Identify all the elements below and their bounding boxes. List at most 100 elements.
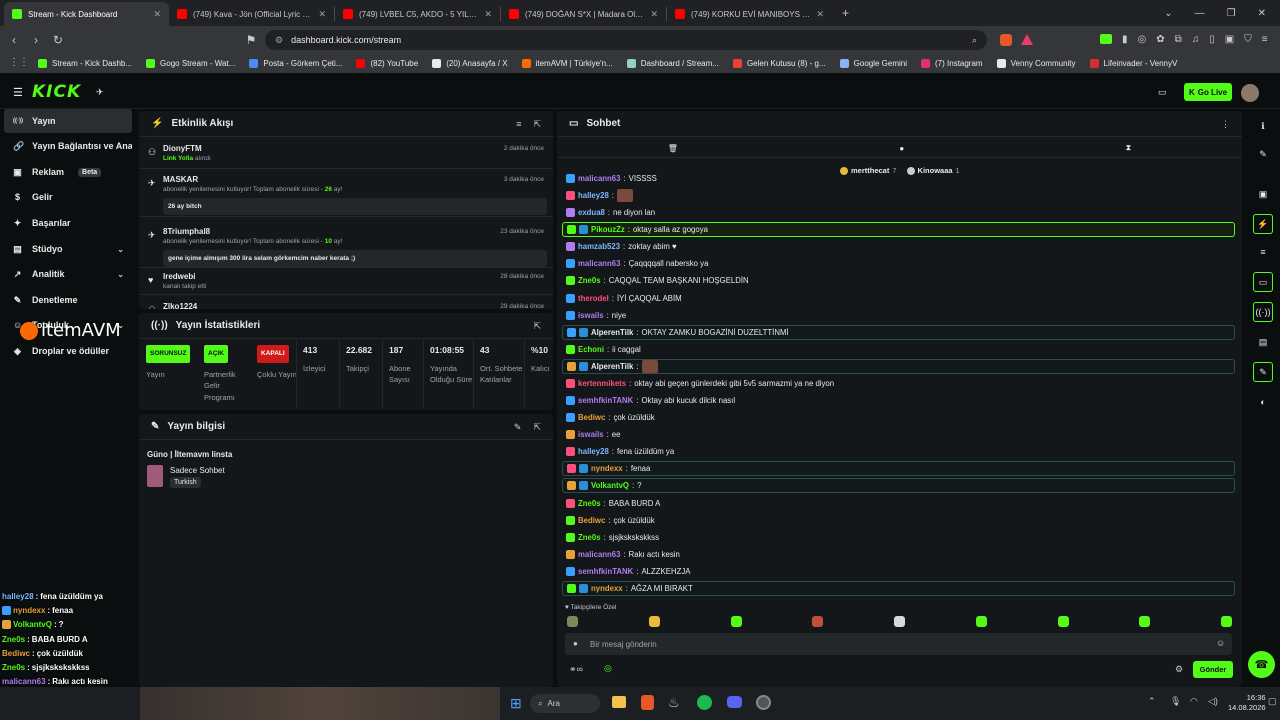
chat-tab-icon[interactable]: ● bbox=[899, 144, 904, 153]
extensions-icon[interactable]: ⧉ bbox=[1175, 34, 1182, 45]
bookmark-item[interactable]: (20) Anasayfa / X bbox=[432, 58, 508, 68]
forward-icon[interactable]: › bbox=[25, 33, 47, 47]
file-explorer-icon[interactable] bbox=[612, 696, 626, 708]
sidebar-item-stream[interactable]: ((·)) Yayın bbox=[4, 109, 132, 133]
chat-username[interactable]: nyndexx bbox=[591, 464, 623, 473]
chat-message[interactable]: malicann63: VISSSS bbox=[562, 171, 1235, 183]
extension-icon-3[interactable]: ◎ bbox=[1138, 34, 1147, 45]
windows-start-icon[interactable]: ⊞ bbox=[510, 695, 522, 712]
filter-icon[interactable]: ≡ bbox=[516, 119, 521, 130]
sidebar-item-trophy[interactable]: ✦ Başarılar bbox=[4, 211, 132, 235]
emote-icon[interactable] bbox=[1057, 616, 1069, 627]
wifi-icon[interactable]: ◠ bbox=[1190, 696, 1198, 707]
chat-message[interactable]: Echoni: ii caggal bbox=[562, 342, 1235, 357]
bookmark-item[interactable]: Gelen Kutusu (8) - g... bbox=[732, 58, 826, 68]
rail-list-icon[interactable]: ≡ bbox=[1253, 242, 1273, 262]
rail-video-icon[interactable]: ▣ bbox=[1253, 184, 1273, 204]
activity-event[interactable]: ⚇ Zlko1224 29 dakika önce bbox=[139, 296, 553, 309]
theater-mode-icon[interactable]: ▭ bbox=[1158, 87, 1167, 98]
chat-message[interactable]: AlperenTilk: OKTAY ZAMKU BOGAZİNİ DUZELTT… bbox=[562, 325, 1235, 340]
media-icon[interactable]: ♫ bbox=[1192, 34, 1200, 45]
chat-message[interactable]: iswails: ee bbox=[562, 427, 1235, 442]
chat-username[interactable]: kertenmikets bbox=[578, 379, 626, 388]
tray-chevron-icon[interactable]: ⌃ bbox=[1148, 696, 1156, 707]
chat-username[interactable]: iswails bbox=[578, 430, 604, 439]
activity-event[interactable]: ♥ lredwebi 28 dakika önce kanalı takip etti bbox=[139, 266, 553, 295]
chat-username[interactable]: iswails bbox=[578, 311, 604, 320]
chat-username[interactable]: malicann63 bbox=[578, 550, 620, 559]
chat-username[interactable]: therodel bbox=[578, 294, 609, 303]
tab-search-icon[interactable]: ⌄ bbox=[1164, 8, 1172, 19]
bookmark-page-icon[interactable]: ⚑ bbox=[240, 33, 262, 47]
send-button[interactable]: Gönder bbox=[1193, 661, 1233, 678]
emote-icon[interactable] bbox=[1139, 616, 1151, 627]
chat-message[interactable]: nyndexx: fenaa bbox=[562, 461, 1235, 476]
browser-tab[interactable]: Stream - Kick Dashboard ✕ bbox=[4, 2, 169, 26]
brave-rewards-icon[interactable] bbox=[1021, 34, 1033, 45]
restore-icon[interactable]: ❐ bbox=[1227, 8, 1236, 19]
bookmark-item[interactable]: Google Gemini bbox=[839, 58, 907, 68]
chat-username[interactable]: Bediwc bbox=[578, 516, 605, 525]
mic-icon[interactable]: 🎙 bbox=[1170, 696, 1181, 707]
chat-message[interactable]: malicann63: Çaqqqqall nabersko ya bbox=[562, 256, 1235, 271]
chat-username[interactable]: hamzab523 bbox=[578, 242, 620, 251]
rail-wrench-icon[interactable]: ✎ bbox=[1253, 362, 1273, 382]
rail-bolt-icon[interactable]: ⚡ bbox=[1253, 214, 1273, 234]
bookmark-item[interactable]: (82) YouTube bbox=[356, 58, 418, 68]
sidebar-item-studio[interactable]: ▤ Stüdyo ⌄ bbox=[4, 237, 132, 261]
trash-icon[interactable]: 🗑 bbox=[668, 144, 678, 153]
points-icon[interactable]: ◎ bbox=[604, 663, 612, 674]
chat-username[interactable]: semhfkinTANK bbox=[578, 396, 633, 405]
emote-icon[interactable] bbox=[648, 616, 660, 627]
chat-message[interactable]: semhfkinTANK: Oktay abi kucuk dilcik nası… bbox=[562, 393, 1235, 408]
share-icon[interactable]: ⚭∞ bbox=[569, 664, 583, 675]
support-button[interactable]: ☎ bbox=[1248, 651, 1275, 678]
sidebar-item-gift[interactable]: ◈ Droplar ve ödüller bbox=[4, 339, 132, 363]
rail-extra-icon[interactable]: ◐ bbox=[1253, 392, 1273, 412]
tab-close-icon[interactable]: ✕ bbox=[484, 9, 492, 20]
new-tab-button[interactable]: + bbox=[832, 6, 859, 20]
rail-info-icon[interactable]: ℹ bbox=[1253, 116, 1273, 136]
chat-username[interactable]: VolkantvQ bbox=[591, 481, 629, 490]
avatar[interactable] bbox=[1241, 84, 1259, 102]
extension-icon-4[interactable]: ✿ bbox=[1156, 34, 1164, 45]
sidebar-item-chart[interactable]: ↗ Analitik ⌄ bbox=[4, 262, 132, 286]
rail-chat-icon[interactable]: ▭ bbox=[1253, 272, 1273, 292]
back-icon[interactable]: ‹ bbox=[3, 33, 25, 47]
chat-settings-input-icon[interactable]: ● bbox=[573, 639, 578, 648]
chat-username[interactable]: PikouzZz bbox=[591, 225, 625, 234]
vpn-icon[interactable]: ⛉ bbox=[1244, 34, 1252, 45]
chat-message[interactable]: therodel: İYİ ÇAQQAL ABİM bbox=[562, 291, 1235, 306]
brave-taskbar-icon[interactable] bbox=[641, 695, 654, 710]
notifications-icon[interactable]: ▢ bbox=[1268, 696, 1277, 707]
chat-settings-icon[interactable]: ⚙ bbox=[1175, 664, 1183, 675]
apps-grid-icon[interactable]: ⋮⋮ bbox=[9, 57, 29, 68]
chat-message[interactable]: halley28: fena üzüldüm ya bbox=[562, 444, 1235, 459]
chat-username[interactable]: Bediwc bbox=[578, 413, 605, 422]
stats-popout-icon[interactable]: ⇱ bbox=[533, 321, 541, 332]
taskbar-search[interactable]: ⌕ Ara bbox=[530, 694, 600, 713]
clock[interactable]: 16:36 14.08.2026 bbox=[1228, 693, 1266, 713]
chat-message[interactable]: VolkantvQ:? bbox=[562, 478, 1235, 493]
hourglass-icon[interactable]: ⧗ bbox=[1126, 143, 1132, 153]
chat-message[interactable]: semhfkinTANK: ALZZKEHZJA bbox=[562, 564, 1235, 579]
chat-message[interactable]: Bediwc: çok üzüldük bbox=[562, 513, 1235, 528]
emoji-icon[interactable]: ☺ bbox=[1216, 638, 1225, 648]
tab-close-icon[interactable]: ✕ bbox=[816, 9, 824, 20]
chat-username[interactable]: AlperenTilk bbox=[591, 362, 633, 371]
chat-username[interactable]: malicann63 bbox=[578, 174, 620, 183]
chat-message[interactable]: malicann63: Rakı actı kesin bbox=[562, 547, 1235, 562]
activity-event[interactable]: ✈ 8Triumphal8 23 dakika önce abonelik yenil… bbox=[139, 221, 553, 268]
chat-message[interactable]: exdua8: ne diyon lan bbox=[562, 205, 1235, 220]
chat-message[interactable]: Bediwc: çok üzüldük bbox=[562, 410, 1235, 425]
edit-icon[interactable]: ✎ bbox=[514, 422, 522, 433]
chat-username[interactable]: halley28 bbox=[578, 447, 609, 456]
sidebar-icon[interactable]: ▯ bbox=[1209, 34, 1215, 45]
tab-close-icon[interactable]: ✕ bbox=[650, 9, 658, 20]
browser-tab[interactable]: (749) DOĞAN S*X | Madara Olduk #1 ✕ bbox=[501, 2, 666, 26]
activity-event[interactable]: ⚇ DionyFTM 2 dakika önce Link Yolla alındı bbox=[139, 138, 553, 169]
kick-extension-icon[interactable] bbox=[1100, 34, 1112, 44]
sidebar-item-ad[interactable]: ▣ Reklam Beta bbox=[4, 160, 132, 184]
chat-message[interactable]: Zne0s: CAQQAL TEAM BAŞKANI HOŞGELDİN bbox=[562, 273, 1235, 288]
chat-username[interactable]: nyndexx bbox=[591, 584, 623, 593]
